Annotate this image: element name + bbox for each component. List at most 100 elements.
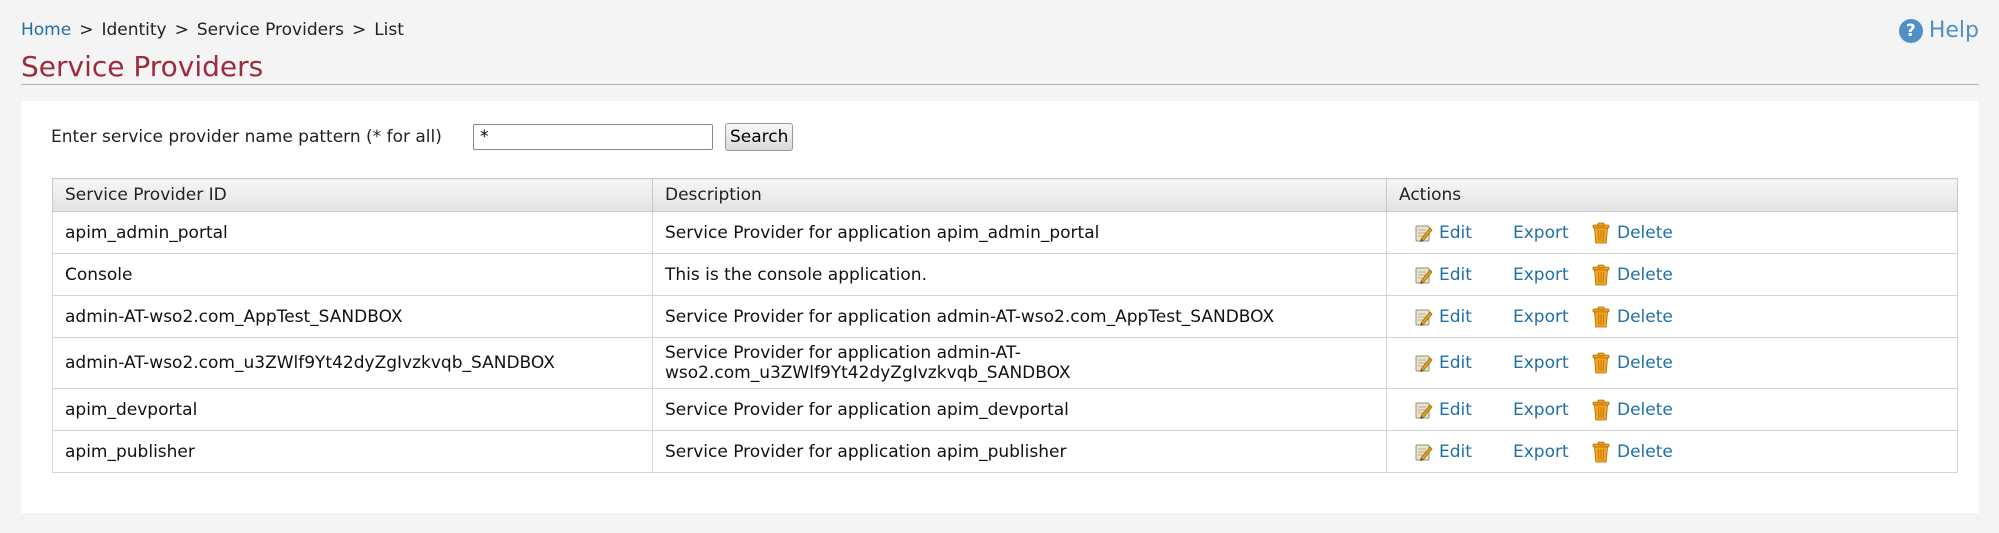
header-description: Description xyxy=(652,178,1387,212)
service-provider-id-cell: apim_devportal xyxy=(52,388,653,431)
edit-link[interactable]: Edit xyxy=(1413,223,1513,243)
search-button[interactable]: Search xyxy=(725,123,794,151)
export-label: Export xyxy=(1513,353,1569,373)
breadcrumb-separator: > xyxy=(174,20,189,40)
actions-cell: Edit Export Delete xyxy=(1386,211,1958,254)
breadcrumb-identity: Identity xyxy=(101,20,167,40)
table-header-row: Service Provider ID Description Actions xyxy=(52,178,1958,212)
edit-icon xyxy=(1413,442,1433,462)
search-row: Enter service provider name pattern (* f… xyxy=(51,123,794,151)
delete-link[interactable]: Delete xyxy=(1591,264,1673,286)
edit-label: Edit xyxy=(1439,353,1472,373)
trash-icon xyxy=(1591,222,1611,244)
trash-icon xyxy=(1591,264,1611,286)
delete-link[interactable]: Delete xyxy=(1591,352,1673,374)
edit-link[interactable]: Edit xyxy=(1413,265,1513,285)
export-link[interactable]: Export xyxy=(1513,442,1591,462)
delete-label: Delete xyxy=(1617,264,1673,285)
export-link[interactable]: Export xyxy=(1513,223,1591,243)
edit-link[interactable]: Edit xyxy=(1413,400,1513,420)
delete-link[interactable]: Delete xyxy=(1591,306,1673,328)
row-actions: Edit Export Delete xyxy=(1399,441,1945,463)
delete-label: Delete xyxy=(1617,353,1673,373)
delete-label: Delete xyxy=(1617,222,1673,243)
edit-link[interactable]: Edit xyxy=(1413,353,1513,373)
table-row: admin-AT-wso2.com_u3ZWlf9Yt42dyZgIvzkvqb… xyxy=(52,337,1958,389)
delete-label: Delete xyxy=(1617,399,1673,420)
delete-link[interactable]: Delete xyxy=(1591,441,1673,463)
table-row: Console This is the console application. xyxy=(52,253,1958,296)
header-service-provider-id: Service Provider ID xyxy=(52,178,653,212)
page-title: Service Providers xyxy=(21,50,264,83)
description-line-1: Service Provider for application admin-A… xyxy=(665,343,1021,363)
service-provider-id: Console xyxy=(65,264,133,285)
service-provider-id: admin-AT-wso2.com_u3ZWlf9Yt42dyZgIvzkvqb… xyxy=(65,353,555,373)
description-cell: Service Provider for application apim_ad… xyxy=(652,211,1387,254)
edit-label: Edit xyxy=(1439,306,1472,327)
help-label: Help xyxy=(1928,18,1979,43)
actions-cell: Edit Export Delete xyxy=(1386,337,1958,389)
description-cell: Service Provider for application apim_pu… xyxy=(652,430,1387,473)
export-label: Export xyxy=(1513,306,1569,327)
edit-label: Edit xyxy=(1439,264,1472,285)
service-provider-id-cell: apim_publisher xyxy=(52,430,653,473)
breadcrumb-home-link[interactable]: Home xyxy=(21,20,71,40)
actions-cell: Edit Export Delete xyxy=(1386,295,1958,338)
service-provider-id: apim_devportal xyxy=(65,399,198,420)
description-line-1: Service Provider for application admin-A… xyxy=(665,306,1275,327)
service-provider-id-cell: admin-AT-wso2.com_u3ZWlf9Yt42dyZgIvzkvqb… xyxy=(52,337,653,389)
actions-cell: Edit Export Delete xyxy=(1386,253,1958,296)
delete-link[interactable]: Delete xyxy=(1591,222,1673,244)
service-provider-id: apim_admin_portal xyxy=(65,222,228,243)
edit-link[interactable]: Edit xyxy=(1413,307,1513,327)
help-icon: ? xyxy=(1898,18,1923,43)
table-row: apim_devportal Service Provider for appl… xyxy=(52,388,1958,431)
breadcrumb-service-providers: Service Providers xyxy=(196,20,344,40)
table-row: apim_admin_portal Service Provider for a… xyxy=(52,211,1958,254)
export-link[interactable]: Export xyxy=(1513,400,1591,420)
edit-label: Edit xyxy=(1439,441,1472,462)
search-input[interactable] xyxy=(473,124,713,150)
trash-icon xyxy=(1591,441,1611,463)
export-label: Export xyxy=(1513,222,1569,243)
edit-label: Edit xyxy=(1439,222,1472,243)
trash-icon xyxy=(1591,306,1611,328)
description-line-1: Service Provider for application apim_ad… xyxy=(665,222,1100,243)
trash-icon xyxy=(1591,399,1611,421)
export-label: Export xyxy=(1513,399,1569,420)
service-provider-id: apim_publisher xyxy=(65,441,195,462)
header-actions: Actions xyxy=(1386,178,1958,212)
delete-label: Delete xyxy=(1617,306,1673,327)
breadcrumb: Home > Identity > Service Providers > List xyxy=(21,20,404,40)
edit-link[interactable]: Edit xyxy=(1413,442,1513,462)
edit-icon xyxy=(1413,400,1433,420)
description-cell: Service Provider for application apim_de… xyxy=(652,388,1387,431)
export-link[interactable]: Export xyxy=(1513,353,1591,373)
export-link[interactable]: Export xyxy=(1513,265,1591,285)
actions-cell: Edit Export Delete xyxy=(1386,388,1958,431)
delete-label: Delete xyxy=(1617,441,1673,462)
breadcrumb-separator: > xyxy=(351,20,367,40)
row-actions: Edit Export Delete xyxy=(1399,352,1945,374)
delete-link[interactable]: Delete xyxy=(1591,399,1673,421)
export-link[interactable]: Export xyxy=(1513,307,1591,327)
description-line-1: Service Provider for application apim_pu… xyxy=(665,441,1067,462)
row-actions: Edit Export Delete xyxy=(1399,306,1945,328)
row-actions: Edit Export Delete xyxy=(1399,399,1945,421)
description-cell: This is the console application. xyxy=(652,253,1387,296)
description-line-2: wso2.com_u3ZWlf9Yt42dyZgIvzkvqb_SANDBOX xyxy=(665,363,1071,383)
edit-label: Edit xyxy=(1439,399,1472,420)
row-actions: Edit Export Delete xyxy=(1399,222,1945,244)
export-label: Export xyxy=(1513,264,1569,285)
help-link[interactable]: ? Help xyxy=(1898,18,1979,43)
breadcrumb-separator: > xyxy=(79,20,94,40)
description-line-1: This is the console application. xyxy=(665,264,927,285)
table-body: apim_admin_portal Service Provider for a… xyxy=(52,211,1958,473)
actions-cell: Edit Export Delete xyxy=(1386,430,1958,473)
service-provider-id-cell: Console xyxy=(52,253,653,296)
edit-icon xyxy=(1413,307,1433,327)
service-providers-table: Service Provider ID Description Actions … xyxy=(52,178,1958,473)
description-cell: Service Provider for application admin-A… xyxy=(652,295,1387,338)
row-actions: Edit Export Delete xyxy=(1399,264,1945,286)
table-row: apim_publisher Service Provider for appl… xyxy=(52,430,1958,473)
